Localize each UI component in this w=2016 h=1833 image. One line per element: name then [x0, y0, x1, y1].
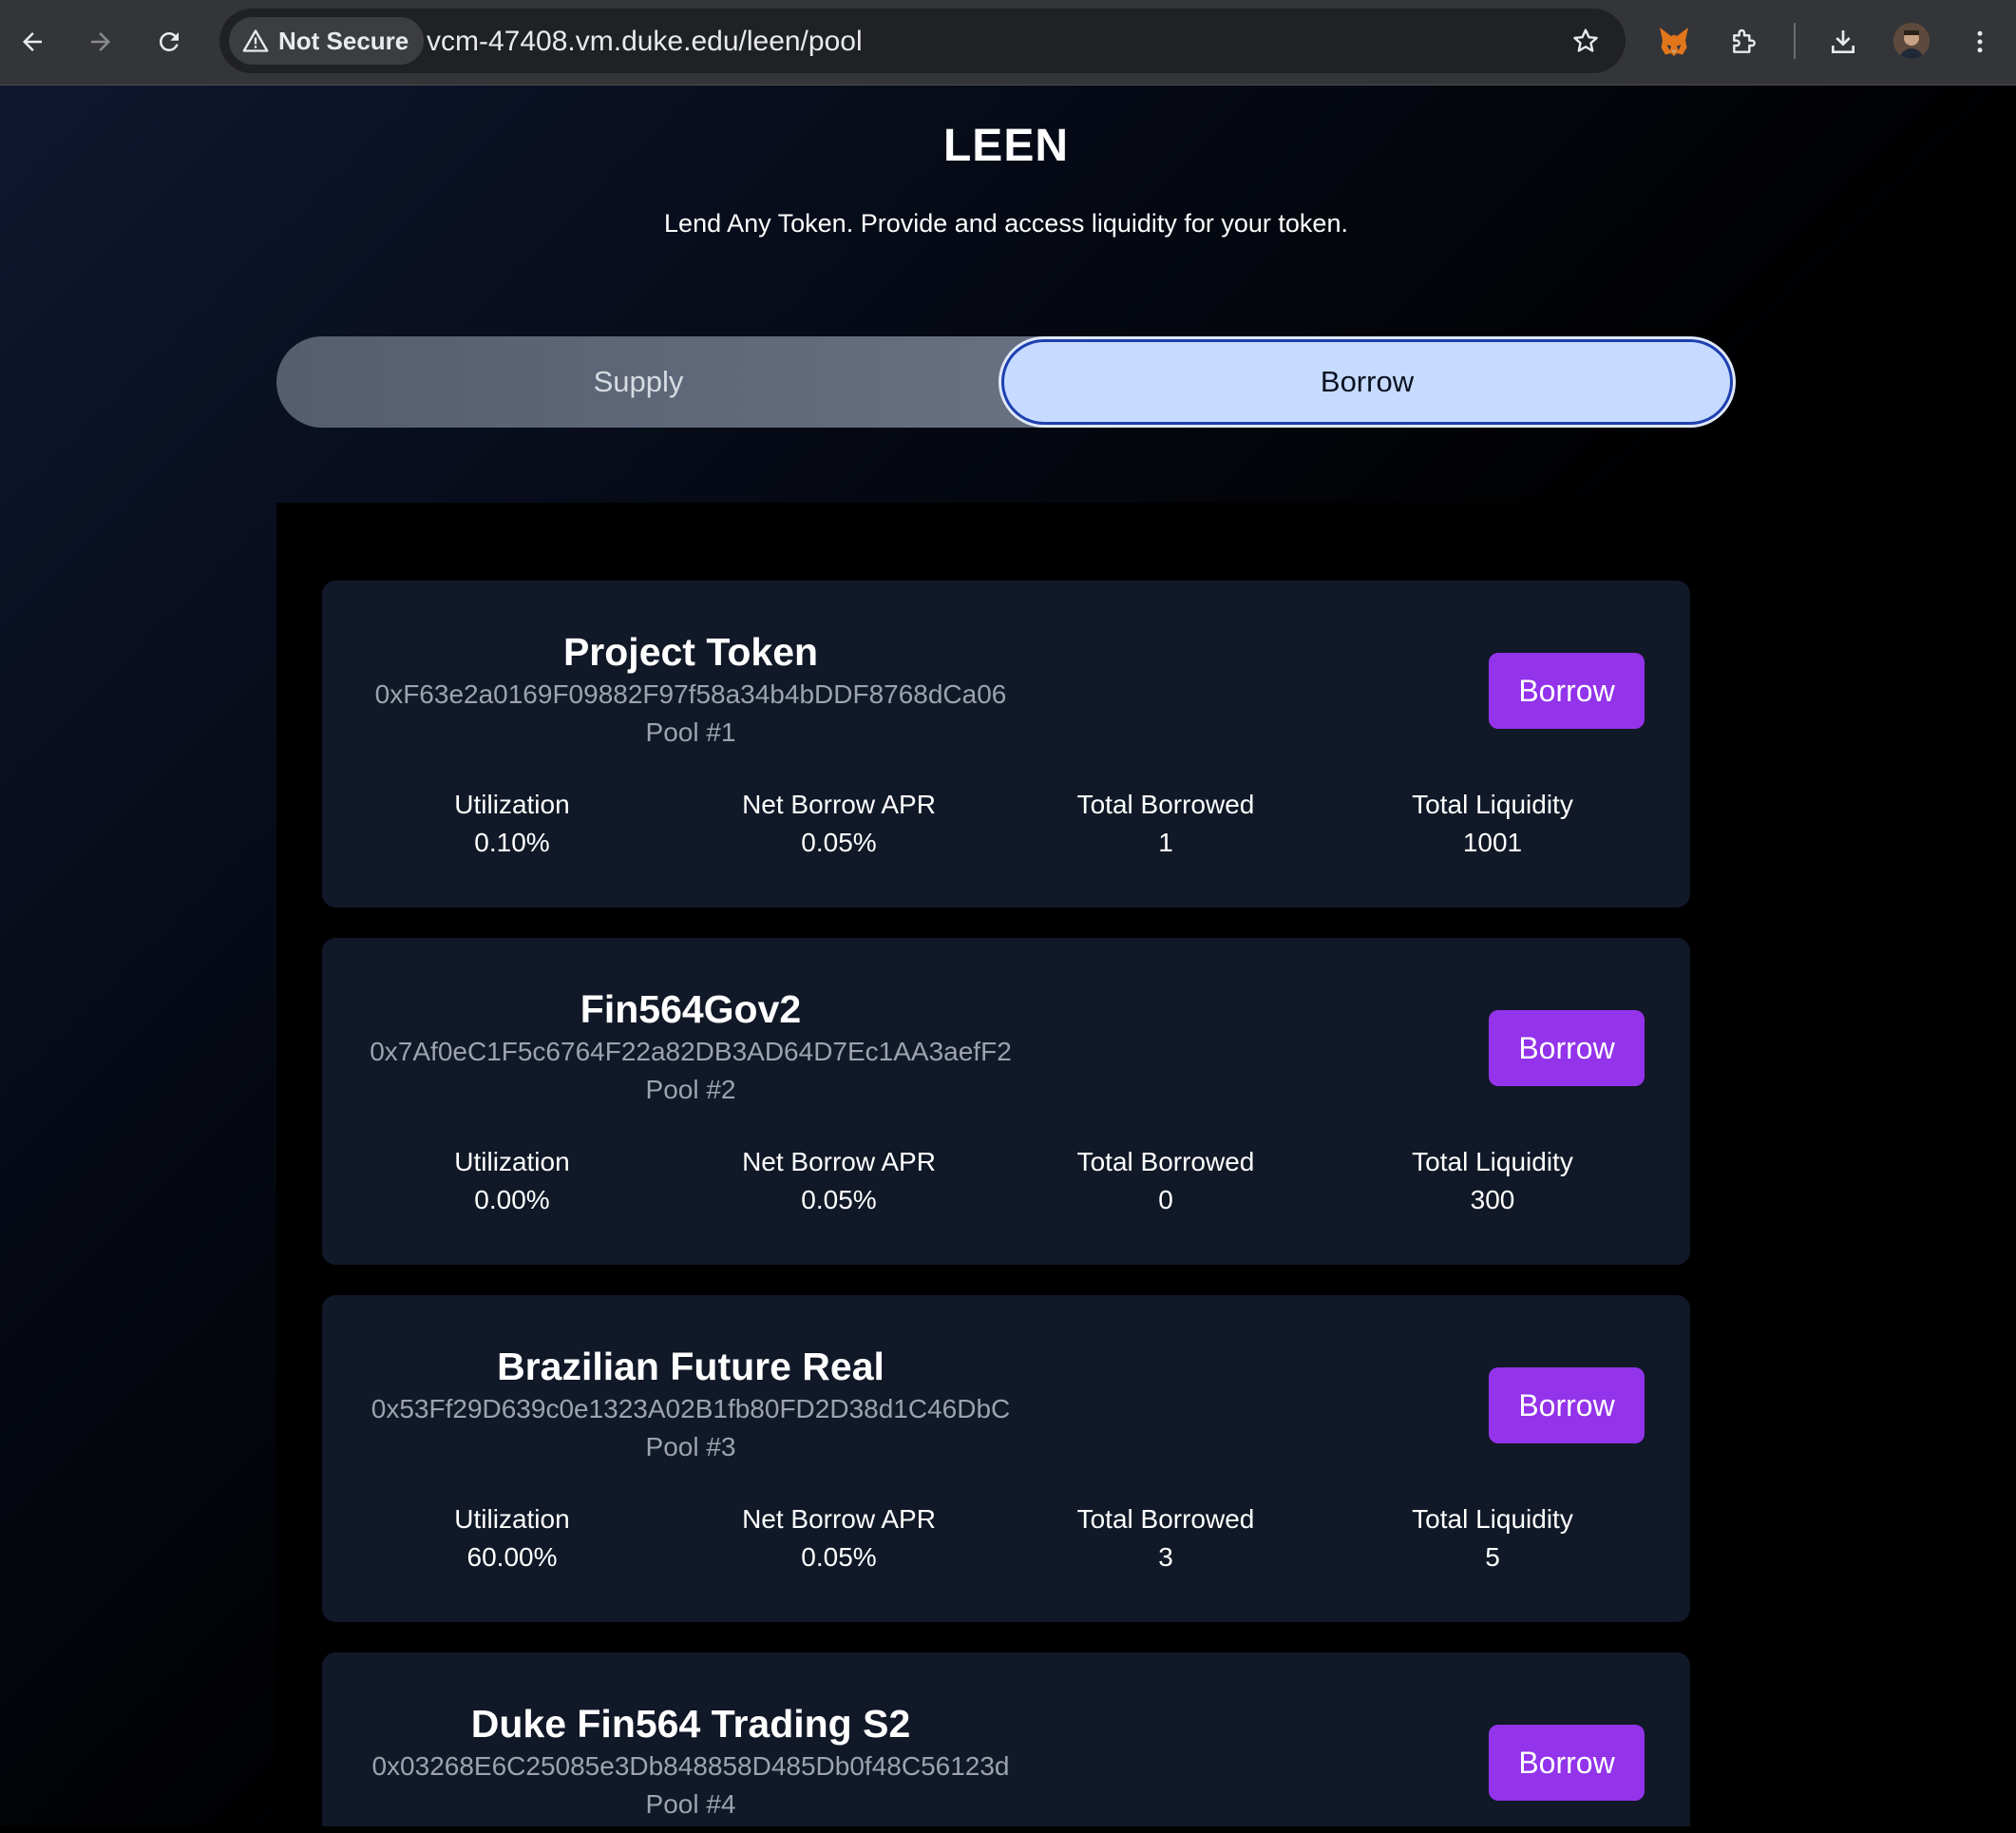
- stat-value: 1: [1158, 828, 1173, 857]
- pool-number: Pool #4: [645, 1789, 736, 1819]
- stat-value: 0.05%: [801, 828, 877, 857]
- token-info: Brazilian Future Real 0x53Ff29D639c0e132…: [368, 1343, 1014, 1466]
- token-address: 0x03268E6C25085e3Db848858D485Db0f48C5612…: [371, 1751, 1010, 1781]
- stat-apr: Net Borrow APR 0.05%: [675, 1143, 1002, 1219]
- warning-icon: [242, 29, 269, 52]
- stat-utilization: Utilization 0.10%: [349, 786, 675, 862]
- borrow-button[interactable]: Borrow: [1489, 653, 1645, 729]
- stat-utilization: Utilization 60.00%: [349, 1500, 675, 1576]
- borrow-button[interactable]: Borrow: [1489, 1725, 1645, 1801]
- bookmark-button[interactable]: [1565, 20, 1607, 62]
- pool-card: Brazilian Future Real 0x53Ff29D639c0e132…: [322, 1295, 1690, 1622]
- token-address: 0x7Af0eC1F5c6764F22a82DB3AD64D7Ec1AA3aef…: [370, 1037, 1012, 1066]
- stat-borrowed: Total Borrowed 1: [1002, 786, 1329, 862]
- token-address: 0xF63e2a0169F09882F97f58a34b4bDDF8768dCa…: [374, 679, 1007, 709]
- token-info: Project Token 0xF63e2a0169F09882F97f58a3…: [368, 628, 1014, 752]
- page-content: LEEN Lend Any Token. Provide and access …: [0, 86, 2016, 1833]
- tab-supply[interactable]: Supply: [276, 336, 1000, 428]
- stat-label: Utilization: [454, 1504, 570, 1534]
- stat-label: Utilization: [454, 1147, 570, 1176]
- puzzle-icon: [1733, 29, 1756, 53]
- pool-stats: Utilization 60.00% Net Borrow APR 0.05% …: [322, 1500, 1690, 1586]
- stat-liquidity: Total Liquidity 5: [1329, 1500, 1656, 1576]
- stat-label: Net Borrow APR: [742, 790, 936, 819]
- borrow-button[interactable]: Borrow: [1489, 1367, 1645, 1443]
- stat-value: 0.00%: [474, 1185, 550, 1214]
- stat-label: Net Borrow APR: [742, 1504, 936, 1534]
- address-bar[interactable]: Not Secure vcm-47408.vm.duke.edu/leen/po…: [219, 9, 1626, 73]
- stat-apr: Net Borrow APR 0.05%: [675, 786, 1002, 862]
- arrow-right-icon: [91, 32, 110, 51]
- url-text[interactable]: vcm-47408.vm.duke.edu/leen/pool: [427, 26, 863, 58]
- token-info: Duke Fin564 Trading S2 0x03268E6C25085e3…: [368, 1700, 1014, 1823]
- stat-apr: Net Borrow APR 0.05%: [675, 1500, 1002, 1576]
- pool-number: Pool #3: [645, 1432, 736, 1461]
- stat-label: Total Borrowed: [1076, 1147, 1255, 1176]
- extensions-button[interactable]: [1721, 19, 1767, 65]
- stat-liquidity: Total Liquidity 300: [1329, 1143, 1656, 1219]
- stat-value: 0.10%: [474, 828, 550, 857]
- stat-value: 60.00%: [466, 1542, 558, 1572]
- token-address: 0x53Ff29D639c0e1323A02B1fb80FD2D38d1C46D…: [371, 1394, 1011, 1423]
- back-button[interactable]: [10, 19, 55, 65]
- stat-value: 0.05%: [801, 1542, 877, 1572]
- token-name: Fin564Gov2: [580, 987, 802, 1031]
- stat-value: 3: [1158, 1542, 1173, 1572]
- reload-icon: [160, 32, 179, 51]
- security-chip[interactable]: Not Secure: [229, 17, 425, 65]
- stat-label: Total Liquidity: [1412, 1504, 1573, 1534]
- pool-card: Duke Fin564 Trading S2 0x03268E6C25085e3…: [322, 1652, 1690, 1826]
- stat-borrowed: Total Borrowed 0: [1002, 1143, 1329, 1219]
- stat-utilization: Utilization 0.00%: [349, 1143, 675, 1219]
- pool-number: Pool #2: [645, 1075, 736, 1104]
- security-label: Not Secure: [278, 26, 409, 55]
- tab-borrow[interactable]: Borrow: [1001, 339, 1733, 425]
- pool-card: Fin564Gov2 0x7Af0eC1F5c6764F22a82DB3AD64…: [322, 938, 1690, 1265]
- borrow-button[interactable]: Borrow: [1489, 1010, 1645, 1086]
- menu-button[interactable]: [1957, 19, 2003, 65]
- stat-label: Total Borrowed: [1076, 790, 1255, 819]
- token-name: Duke Fin564 Trading S2: [470, 1702, 911, 1746]
- mode-toggle: Supply Borrow: [276, 336, 1734, 428]
- stat-value: 1001: [1462, 828, 1523, 857]
- forward-button[interactable]: [78, 19, 124, 65]
- pool-stats: Utilization 0.00% Net Borrow APR 0.05% T…: [322, 1143, 1690, 1229]
- star-icon: [1573, 29, 1598, 52]
- arrow-left-icon: [23, 32, 42, 51]
- stat-value: 5: [1485, 1542, 1500, 1572]
- pool-card: Project Token 0xF63e2a0169F09882F97f58a3…: [322, 581, 1690, 907]
- stat-value: 0: [1158, 1185, 1173, 1214]
- stat-label: Total Liquidity: [1412, 1147, 1573, 1176]
- page-subtitle: Lend Any Token. Provide and access liqui…: [664, 209, 1348, 238]
- pool-stats: Utilization 0.10% Net Borrow APR 0.05% T…: [322, 786, 1690, 871]
- pool-number: Pool #1: [645, 717, 736, 747]
- token-name: Project Token: [562, 630, 819, 674]
- reload-button[interactable]: [146, 19, 192, 65]
- stat-borrowed: Total Borrowed 3: [1002, 1500, 1329, 1576]
- metamask-extension-button[interactable]: [1651, 19, 1697, 65]
- page-title: LEEN: [942, 121, 1069, 171]
- user-icon: [1893, 23, 1930, 59]
- stat-value: 300: [1470, 1185, 1515, 1214]
- stat-label: Net Borrow APR: [742, 1147, 936, 1176]
- more-vert-icon: [1977, 30, 1983, 53]
- token-name: Brazilian Future Real: [497, 1345, 884, 1388]
- stat-label: Total Liquidity: [1412, 790, 1573, 819]
- stat-liquidity: Total Liquidity 1001: [1329, 786, 1656, 862]
- token-info: Fin564Gov2 0x7Af0eC1F5c6764F22a82DB3AD64…: [368, 985, 1014, 1109]
- stat-label: Total Borrowed: [1076, 1504, 1255, 1534]
- downloads-button[interactable]: [1820, 19, 1866, 65]
- profile-avatar[interactable]: [1893, 23, 1930, 59]
- stat-label: Utilization: [454, 790, 570, 819]
- download-icon: [1832, 30, 1854, 53]
- fox-icon: [1660, 28, 1688, 56]
- browser-toolbar: Not Secure vcm-47408.vm.duke.edu/leen/po…: [0, 0, 2016, 86]
- toolbar-divider: [1794, 23, 1796, 59]
- stat-value: 0.05%: [801, 1185, 877, 1214]
